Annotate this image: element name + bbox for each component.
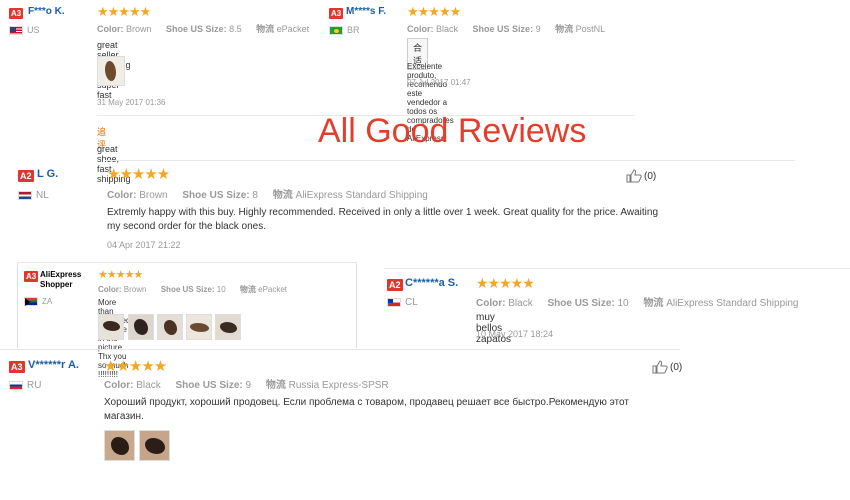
review-photo[interactable] (157, 314, 183, 340)
buyer-level-badge: A2 (387, 279, 403, 291)
review-photo[interactable] (139, 430, 170, 461)
divider (0, 349, 680, 350)
reviewer-name[interactable]: AliExpress Shopper (40, 270, 88, 290)
review-photo[interactable] (186, 314, 212, 340)
divider (105, 160, 795, 161)
divider (356, 262, 357, 348)
reviewer-name[interactable]: M****s F. (346, 6, 386, 17)
thumbs-up-icon (652, 360, 668, 374)
review-date: 07 Jul 2017 01:47 (407, 78, 471, 87)
star-rating: ★★★★★ (97, 4, 151, 19)
us-flag-icon (9, 25, 23, 35)
shoe-photo-icon (105, 61, 116, 81)
buyer-level-badge: A3 (9, 361, 25, 373)
overlay-title: All Good Reviews (318, 112, 587, 150)
helpful-count: (0) (644, 170, 657, 182)
divider (17, 262, 18, 348)
br-flag-icon (329, 25, 343, 35)
order-info: Color: Black Shoe US Size: 10 物流 AliExpr… (476, 298, 799, 309)
buyer-level-badge: A3 (24, 271, 39, 282)
shoe-photo-icon (190, 323, 209, 332)
order-info: Color: Brown Shoe US Size: 10 物流 ePacket (98, 285, 288, 294)
shoe-photo-icon (103, 321, 120, 331)
star-rating: ★★★★★ (98, 269, 143, 281)
review-date: 10 May 2017 18:24 (476, 329, 554, 339)
reviewer-country: ZA (24, 297, 52, 306)
shoe-photo-icon (134, 319, 148, 335)
buyer-level-badge: A2 (18, 170, 34, 182)
review-photo[interactable] (128, 314, 154, 340)
nl-flag-icon (18, 191, 32, 200)
cl-flag-icon (387, 298, 401, 307)
thumbs-up-icon (626, 169, 642, 183)
shoe-photo-icon (220, 322, 237, 333)
divider (384, 268, 850, 269)
order-info: Color: Black Shoe US Size: 9 物流 PostNL (407, 24, 606, 34)
order-info: Color: Brown Shoe US Size: 8.5 物流 ePacke… (97, 24, 310, 34)
review-photo[interactable] (104, 430, 135, 461)
review-date: 31 May 2017 01:36 (97, 98, 166, 107)
reviewer-name[interactable]: C******a S. (405, 277, 458, 289)
za-flag-icon (24, 297, 38, 306)
star-rating: ★★★★★ (104, 358, 167, 375)
reviewer-country: BR (329, 25, 360, 35)
review-text: Хороший продукт, хороший продовец. Если … (104, 397, 629, 422)
reviewer-name[interactable]: V******r A. (28, 359, 79, 371)
reviewer-name[interactable]: L G. (37, 168, 58, 180)
ru-flag-icon (9, 381, 23, 390)
shoe-photo-icon (164, 320, 177, 335)
buyer-level-badge: A3 (329, 8, 344, 19)
review-photo[interactable] (215, 314, 241, 340)
review-date: 04 Apr 2017 21:22 (107, 240, 181, 250)
reviewer-name[interactable]: F***o K. (28, 6, 65, 17)
order-info: Color: Brown Shoe US Size: 8 物流 AliExpre… (107, 190, 428, 201)
order-info: Color: Black Shoe US Size: 9 物流 Russia E… (104, 380, 389, 391)
star-rating: ★★★★★ (407, 4, 461, 19)
buyer-level-badge: A3 (9, 8, 24, 19)
divider (17, 262, 357, 263)
helpful-count: (0) (670, 361, 683, 373)
reviewer-country: NL (18, 190, 49, 201)
helpful-button[interactable]: (0) (626, 169, 656, 183)
review-photo[interactable] (97, 56, 125, 86)
star-rating: ★★★★★ (476, 275, 535, 291)
review-text: Extremly happy with this buy. Highly rec… (107, 207, 659, 232)
shoe-photo-icon (111, 437, 129, 455)
reviewer-country: US (9, 25, 40, 35)
star-rating: ★★★★★ (107, 166, 170, 183)
reviewer-country: CL (387, 297, 418, 308)
reviewer-country: RU (9, 380, 41, 391)
shoe-photo-icon (145, 438, 165, 454)
review-photo[interactable] (98, 314, 124, 340)
helpful-button[interactable]: (0) (652, 360, 682, 374)
